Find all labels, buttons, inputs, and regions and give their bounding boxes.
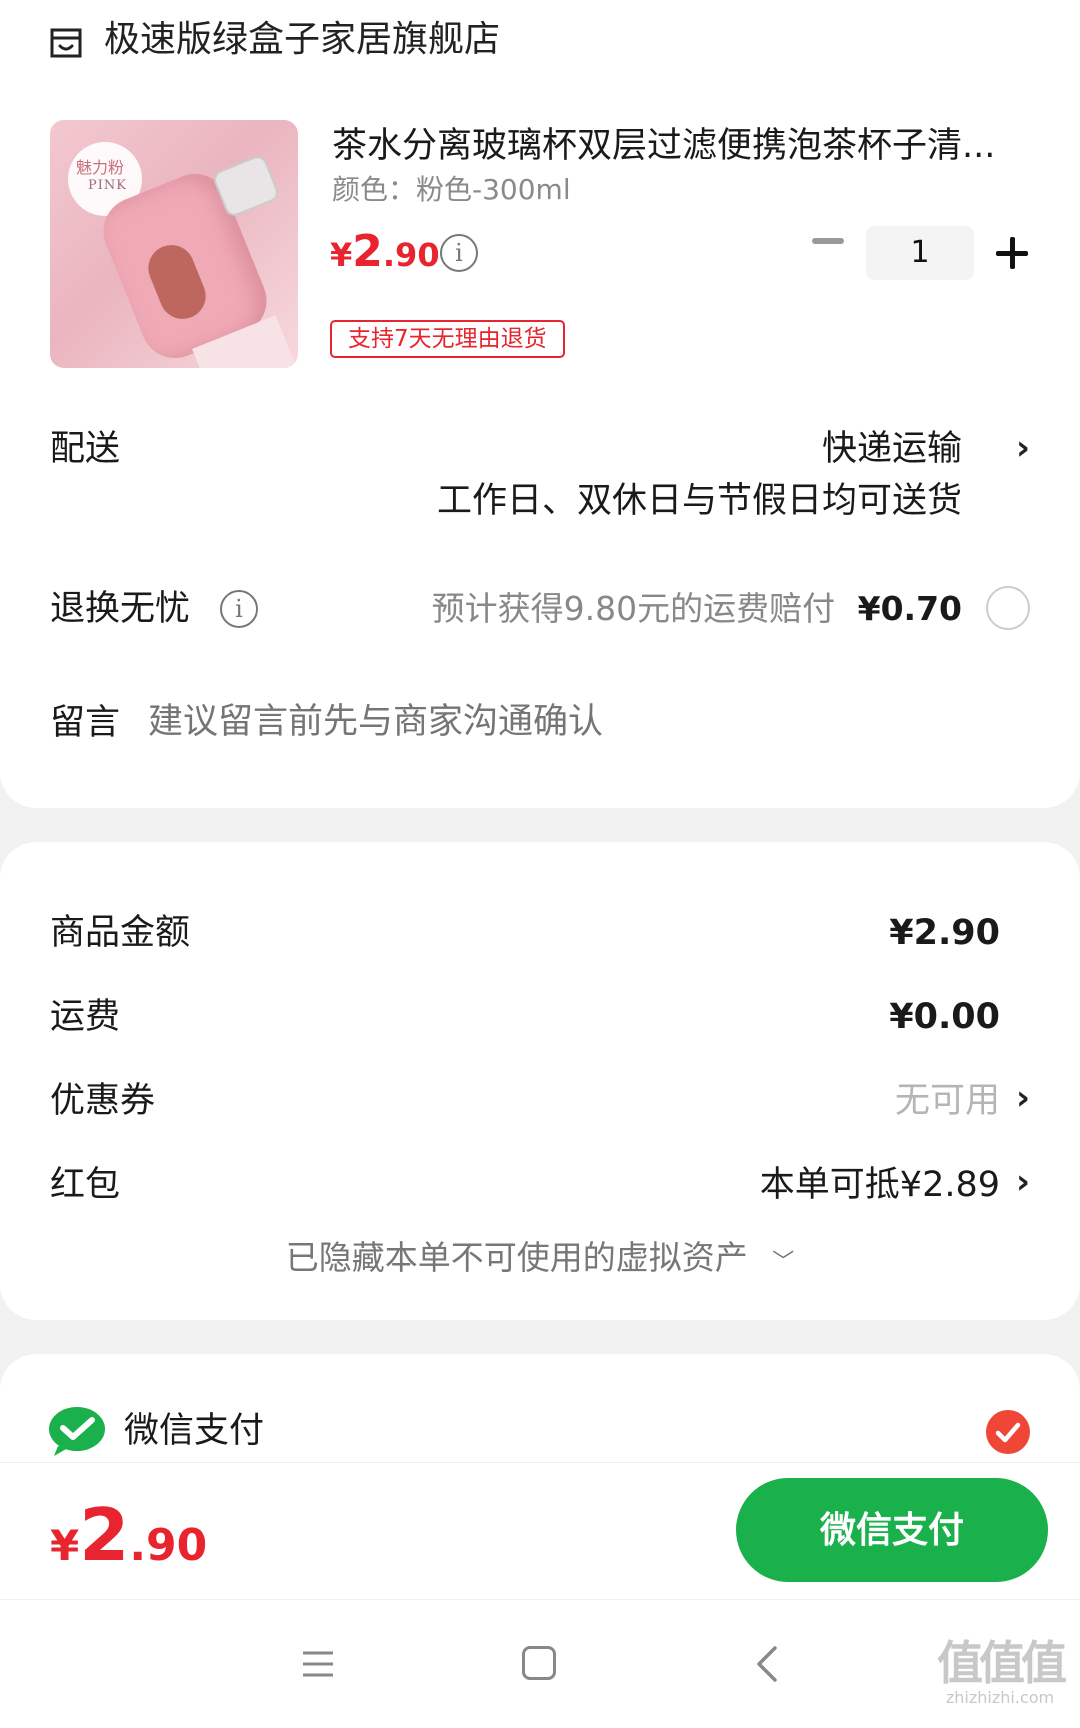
coupon-value[interactable]: 无可用 <box>895 1076 1000 1126</box>
product-price: ¥2.90 <box>330 226 440 277</box>
return-insurance-row[interactable]: 预计获得9.80元的运费赔付 ¥0.70 <box>432 584 962 634</box>
wechat-pay-icon <box>48 1406 106 1456</box>
price-summary-card: 商品金额 ¥2.90 运费 ¥0.00 优惠券 无可用 › 红包 本单可抵¥2.… <box>0 842 1080 1320</box>
shipping-fee-label: 运费 <box>50 997 121 1037</box>
home-icon[interactable] <box>522 1646 556 1680</box>
delivery-label: 配送 <box>50 429 121 469</box>
total-price: ¥2.90 <box>50 1493 208 1577</box>
goods-amount-value: ¥2.90 <box>889 913 1000 953</box>
message-input[interactable] <box>148 694 1028 750</box>
quantity-increase-button[interactable] <box>992 226 1032 280</box>
hidden-assets-text: 已隐藏本单不可使用的虚拟资产 <box>285 1238 748 1277</box>
coupon-label: 优惠券 <box>50 1081 156 1121</box>
coupon-chevron-icon[interactable]: › <box>1016 1078 1030 1118</box>
return-insurance-info-icon[interactable]: i <box>220 590 258 628</box>
product-image[interactable]: 魅力粉 PINK <box>50 120 298 368</box>
message-label: 留言 <box>50 703 121 743</box>
product-title[interactable]: 茶水分离玻璃杯双层过滤便携泡茶杯子清... <box>332 120 1032 172</box>
quantity-decrease-button[interactable] <box>812 238 844 244</box>
goods-amount-label: 商品金额 <box>50 913 191 953</box>
quantity-input[interactable]: 1 <box>866 226 974 280</box>
product-spec[interactable]: 颜色：粉色-300ml <box>332 170 571 210</box>
payment-selected-check-icon[interactable] <box>986 1410 1030 1454</box>
shop-name[interactable]: 极速版绿盒子家居旗舰店 <box>104 14 500 66</box>
delivery-note: 工作日、双休日与节假日均可送货 <box>436 481 962 521</box>
chevron-down-icon: ﹀ <box>772 1250 795 1275</box>
payment-method-card[interactable]: 微信支付 <box>0 1354 1080 1464</box>
shipping-fee-value: ¥0.00 <box>889 997 1000 1037</box>
return-insurance-desc: 预计获得9.80元的运费赔付 <box>431 589 836 628</box>
wechat-pay-button[interactable]: 微信支付 <box>736 1478 1048 1582</box>
watermark: 值值值 zhizhizhi.com <box>937 1636 1067 1707</box>
red-packet-value[interactable]: 本单可抵¥2.89 <box>760 1160 1000 1210</box>
delivery-chevron-icon[interactable]: › <box>1016 428 1030 468</box>
return-insurance-price: ¥0.70 <box>857 589 962 628</box>
payment-method-label: 微信支付 <box>124 1411 265 1451</box>
back-icon[interactable] <box>756 1646 778 1682</box>
return-insurance-label: 退换无忧 <box>50 589 191 629</box>
return-policy-badge: 支持7天无理由退货 <box>330 320 565 358</box>
red-packet-chevron-icon[interactable]: › <box>1016 1162 1030 1202</box>
product-image-sublabel: PINK <box>88 178 127 193</box>
return-insurance-radio[interactable] <box>986 586 1030 630</box>
product-image-label: 魅力粉 <box>76 158 125 177</box>
system-nav-bar: 值值值 zhizhizhi.com <box>0 1600 1080 1728</box>
price-info-icon[interactable]: i <box>440 234 478 272</box>
menu-icon[interactable] <box>302 1650 334 1678</box>
delivery-method[interactable]: 快递运输 <box>822 424 962 474</box>
hidden-assets-toggle[interactable]: 已隐藏本单不可使用的虚拟资产 ﹀ <box>0 1234 1080 1287</box>
order-card: 极速版绿盒子家居旗舰店 魅力粉 PINK 茶水分离玻璃杯双层过滤便携泡茶杯子清.… <box>0 0 1080 808</box>
shop-icon <box>48 24 84 60</box>
red-packet-label: 红包 <box>50 1165 121 1205</box>
